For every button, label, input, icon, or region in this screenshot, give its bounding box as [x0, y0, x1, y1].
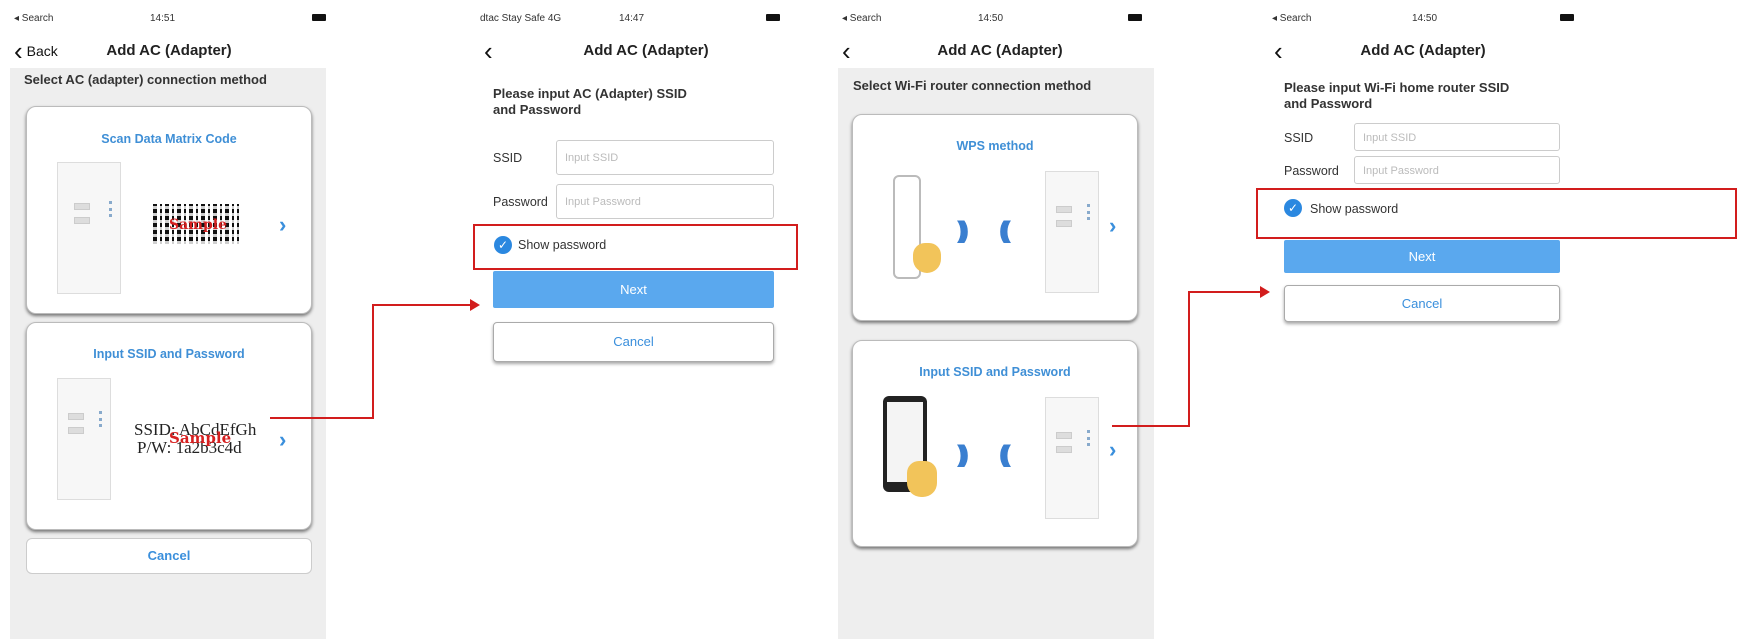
nav-bar: ‹ Add AC (Adapter)	[476, 32, 796, 70]
password-input[interactable]: Input Password	[1354, 156, 1560, 184]
adapter-device-icon	[1045, 171, 1099, 293]
password-label: Password	[1284, 164, 1339, 178]
input-ssid-password-card[interactable]: Input SSID and Password ))) ((( ›	[852, 340, 1138, 547]
adapter-device-icon	[57, 162, 121, 294]
sample-watermark: Sample	[169, 217, 228, 233]
page-title: Add AC (Adapter)	[937, 42, 1063, 59]
screen-input-ac-ssid: dtac Stay Safe 4G 14:47 ‹ Add AC (Adapte…	[476, 0, 796, 639]
flow-arrow	[1188, 291, 1190, 427]
flow-arrow	[1188, 291, 1262, 293]
wifi-waves-icon: )))	[957, 217, 969, 244]
wifi-waves-icon: (((	[999, 441, 1011, 468]
screen-select-router-method: ◂ Search 14:50 ‹ Add AC (Adapter) Select…	[838, 0, 1158, 639]
cancel-button[interactable]: Cancel	[26, 538, 312, 574]
input-prompt: Please input Wi-Fi home router SSID and …	[1284, 80, 1510, 111]
card-title: Scan Data Matrix Code	[101, 132, 237, 146]
nav-bar: ‹ Add AC (Adapter)	[1268, 32, 1737, 70]
ssid-input[interactable]: Input SSID	[556, 140, 774, 175]
cancel-button[interactable]: Cancel	[493, 322, 774, 362]
status-carrier: dtac Stay Safe 4G	[480, 13, 562, 24]
battery-icon	[1128, 14, 1142, 21]
back-button[interactable]: ‹	[484, 38, 493, 64]
status-carrier: ◂ Search	[1272, 13, 1312, 24]
status-bar: ◂ Search 14:51	[0, 0, 330, 32]
battery-icon	[312, 14, 326, 21]
ssid-label: SSID	[493, 151, 523, 165]
cancel-button[interactable]: Cancel	[1284, 285, 1560, 322]
status-bar: ◂ Search 14:50	[838, 0, 1158, 32]
screen-select-ac-method: ◂ Search 14:51 ‹ Back Add AC (Adapter) Se…	[0, 0, 330, 639]
page-title: Add AC (Adapter)	[1360, 42, 1486, 59]
battery-icon	[766, 14, 780, 21]
chevron-right-icon: ›	[279, 427, 287, 452]
screen-input-router-ssid: ◂ Search 14:50 ‹ Add AC (Adapter) Please…	[1268, 0, 1737, 639]
ssid-label: SSID	[1284, 131, 1314, 145]
wifi-waves-icon: (((	[999, 217, 1011, 244]
battery-icon	[1560, 14, 1574, 21]
chevron-right-icon: ›	[1109, 213, 1117, 238]
chevron-right-icon: ›	[1109, 437, 1117, 462]
ssid-input[interactable]: Input SSID	[1354, 123, 1560, 151]
sample-watermark: Sample	[169, 429, 232, 447]
card-title: WPS method	[956, 139, 1034, 153]
wps-method-card[interactable]: WPS method ))) ((( ›	[852, 114, 1138, 321]
page-title: Add AC (Adapter)	[583, 42, 709, 59]
status-time: 14:50	[1412, 13, 1438, 24]
highlight-box	[1256, 188, 1737, 239]
chevron-left-icon: ‹	[484, 36, 493, 66]
status-bar: ◂ Search 14:50	[1268, 0, 1737, 32]
status-time: 14:51	[150, 13, 176, 24]
next-button[interactable]: Next	[493, 271, 774, 308]
flow-arrow	[372, 304, 472, 306]
scan-data-matrix-card[interactable]: Scan Data Matrix Code Sample ›	[26, 106, 312, 314]
input-ssid-password-card[interactable]: Input SSID and Password SSID: AbCdEfGh P…	[26, 322, 312, 530]
chevron-right-icon: ›	[279, 212, 287, 237]
flow-arrow	[1112, 425, 1190, 427]
adapter-device-icon	[1045, 397, 1099, 519]
card-title: Input SSID and Password	[93, 347, 245, 361]
hand-icon	[907, 461, 937, 497]
status-time: 14:50	[978, 13, 1004, 24]
next-button[interactable]: Next	[1284, 240, 1560, 273]
password-input[interactable]: Input Password	[556, 184, 774, 219]
adapter-device-icon	[57, 378, 111, 500]
nav-bar: ‹ Back Add AC (Adapter)	[0, 32, 330, 70]
flow-arrow	[270, 417, 374, 419]
password-label: Password	[493, 195, 548, 209]
flow-arrow	[372, 304, 374, 419]
section-heading: Select AC (adapter) connection method	[24, 72, 267, 87]
card-title: Input SSID and Password	[919, 365, 1071, 379]
wifi-waves-icon: )))	[957, 441, 969, 468]
page-title: Add AC (Adapter)	[106, 42, 232, 59]
hand-icon	[913, 243, 941, 273]
section-heading: Select Wi-Fi router connection method	[853, 78, 1092, 93]
status-carrier: ◂ Search	[842, 13, 882, 24]
nav-bar: ‹ Add AC (Adapter)	[838, 32, 1158, 70]
status-time: 14:47	[619, 13, 645, 24]
highlight-box	[473, 224, 798, 270]
status-carrier: ◂ Search	[14, 13, 54, 24]
input-prompt: Please input AC (Adapter) SSID and Passw…	[493, 86, 687, 117]
status-bar: dtac Stay Safe 4G 14:47	[476, 0, 796, 32]
